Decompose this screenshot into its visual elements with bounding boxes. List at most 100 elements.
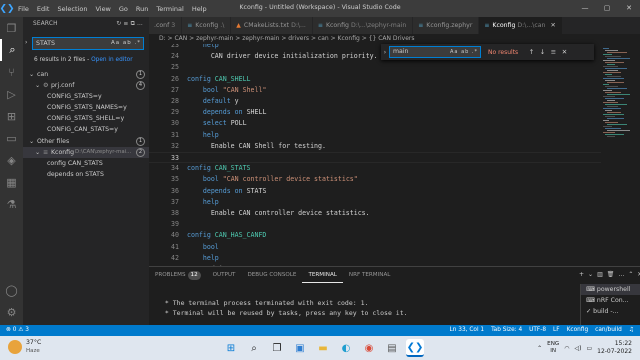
tab-kconfig-local[interactable]: ≡ Kconfig .\ <box>182 17 232 34</box>
tray-overflow-icon[interactable]: ⌃ <box>537 345 542 352</box>
minimap[interactable] <box>601 44 640 266</box>
maximize-panel-icon[interactable]: ⌃ <box>628 267 633 283</box>
edge-browser-icon[interactable]: ◐ <box>337 339 355 357</box>
search-input[interactable]: STATS Aa ab .* <box>32 37 144 50</box>
line-ending[interactable]: LF <box>553 325 560 336</box>
close-window-button[interactable]: ✕ <box>618 0 640 17</box>
feedback-icon[interactable]: ♫ <box>629 325 634 336</box>
tab-kconfig-zephyr-main[interactable]: ≡ Kconfig D:\...\zephyr-main <box>312 17 414 34</box>
taskbar-search-icon[interactable]: ⌕ <box>245 339 263 357</box>
code-line[interactable]: 29 depends on SHELL <box>149 107 601 118</box>
terminal-item-nrf[interactable]: ⌨ nRF Con... <box>581 295 640 306</box>
menu-run[interactable]: Run <box>132 5 152 13</box>
search-options[interactable]: Aa ab .* <box>111 38 141 49</box>
panel-tab-problems[interactable]: PROBLEMS 12 <box>149 267 207 283</box>
language-mode[interactable]: Kconfig <box>567 325 589 336</box>
terminal-item-powershell[interactable]: ⌨ powershell <box>581 284 640 295</box>
open-in-editor-link[interactable]: Open in editor <box>91 57 133 63</box>
tree-file-kconfig[interactable]: ⌄ ≡ Kconfig D:\CAN\zephyr-mai... 2 <box>23 147 149 158</box>
code-line[interactable]: 33 <box>149 152 601 164</box>
terminal-output[interactable]: * The terminal process terminated with e… <box>161 298 408 318</box>
search-match-item[interactable]: config CAN_STATS <box>23 158 149 169</box>
tab-prj-conf[interactable]: .conf 3 <box>149 17 183 34</box>
file-explorer-icon[interactable]: ▬ <box>314 339 332 357</box>
menu-view[interactable]: View <box>91 5 114 13</box>
menu-terminal[interactable]: Terminal <box>152 5 187 13</box>
build-context[interactable]: can/build <box>595 325 622 336</box>
code-line[interactable]: 30 select POLL <box>149 118 601 129</box>
menu-file[interactable]: File <box>14 5 33 13</box>
source-control-icon[interactable]: ⑂ <box>0 61 23 83</box>
code-line[interactable]: 31 help <box>149 130 601 141</box>
tree-folder-other-files[interactable]: ⌄ Other files 1 <box>23 136 149 147</box>
tab-cmakelists[interactable]: ▲ CMakeLists.txt D:\... <box>231 17 313 34</box>
problems-status[interactable]: ⊗ 0 ⚠ 3 <box>6 325 29 336</box>
device-icon[interactable]: ▦ <box>0 171 23 193</box>
testing-icon[interactable]: ⚗ <box>0 193 23 215</box>
clock[interactable]: 15:22 12-07-2022 <box>597 340 632 356</box>
search-match-item[interactable]: depends on STATS <box>23 169 149 180</box>
code-line[interactable]: 40 config CAN_HAS_CANFD <box>149 230 601 241</box>
toggle-replace-chevron-icon[interactable]: › <box>381 49 389 56</box>
panel-tab-terminal[interactable]: TERMINAL <box>302 267 343 283</box>
close-tab-icon[interactable]: ✕ <box>550 17 555 34</box>
split-terminal-icon[interactable]: ▥ <box>597 267 603 283</box>
code-line[interactable]: 38 Enable CAN controller device statisti… <box>149 208 601 219</box>
tab-kconfig-can[interactable]: ≡ Kconfig D:\...\can ✕ <box>479 17 563 34</box>
cursor-position[interactable]: Ln 33, Col 1 <box>450 325 485 336</box>
close-find-button[interactable]: ✕ <box>559 48 570 56</box>
menu-edit[interactable]: Edit <box>33 5 54 13</box>
code-line[interactable]: 26 config CAN_SHELL <box>149 74 601 85</box>
panel-tab-output[interactable]: OUTPUT <box>207 267 242 283</box>
tree-file-prj-conf[interactable]: ⌄ ⚙ prj.conf 4 <box>23 80 149 91</box>
nrf-connect-icon[interactable]: ◈ <box>0 149 23 171</box>
wifi-icon[interactable]: ◠ <box>564 345 569 352</box>
find-input[interactable]: main Aa ab .* <box>389 46 481 58</box>
minimize-button[interactable]: — <box>574 0 596 17</box>
weather-widget[interactable]: 37°C Haze <box>8 339 41 355</box>
find-options[interactable]: Aa ab .* <box>450 47 478 57</box>
code-line[interactable]: 27 bool "CAN Shell" <box>149 85 601 96</box>
code-line[interactable]: 34 config CAN_STATS <box>149 163 601 174</box>
kill-terminal-icon[interactable]: 🗑 <box>607 267 615 283</box>
menu-go[interactable]: Go <box>115 5 132 13</box>
code-line[interactable]: 42 help <box>149 253 601 264</box>
code-editor[interactable]: 23 help 24 CAN driver device initializati… <box>149 44 601 266</box>
new-terminal-button[interactable]: + <box>579 267 584 283</box>
windows-start-icon[interactable]: ⊞ <box>222 339 240 357</box>
previous-match-button[interactable]: ↑ <box>526 48 537 56</box>
tree-folder-can[interactable]: ⌄ can 1 <box>23 69 149 80</box>
menu-help[interactable]: Help <box>188 5 211 13</box>
code-line[interactable]: 39 <box>149 219 601 230</box>
code-line[interactable]: 28 default y <box>149 96 601 107</box>
tab-kconfig-zephyr[interactable]: ≡ Kconfig.zephyr <box>413 17 480 34</box>
task-view-icon[interactable]: ❐ <box>268 339 286 357</box>
extensions-icon[interactable]: ⊞ <box>0 105 23 127</box>
toggle-replace-icon[interactable]: › <box>25 39 27 46</box>
search-match-item[interactable]: CONFIG_STATS=y <box>23 91 149 102</box>
find-in-selection-button[interactable]: ≡ <box>548 48 559 56</box>
maximize-button[interactable]: ▢ <box>596 0 618 17</box>
terminal-dropdown-icon[interactable]: ⌄ <box>588 267 593 283</box>
search-match-item[interactable]: CONFIG_CAN_STATS=y <box>23 124 149 135</box>
volume-icon[interactable]: ◁) <box>574 345 581 352</box>
panel-tab-debug-console[interactable]: DEBUG CONSOLE <box>241 267 302 283</box>
next-match-button[interactable]: ↓ <box>537 48 548 56</box>
widgets-icon[interactable]: ▣ <box>291 339 309 357</box>
panel-tab-nrf-terminal[interactable]: NRF TERMINAL <box>343 267 397 283</box>
code-line[interactable]: 41 bool <box>149 242 601 253</box>
terminal-item-build[interactable]: ✓ build -... <box>581 306 640 317</box>
settings-gear-icon[interactable]: ⚙ <box>0 301 23 323</box>
more-actions-icon[interactable]: … <box>618 267 624 283</box>
language-indicator[interactable]: ENG IN <box>547 341 559 355</box>
microsoft-store-icon[interactable]: ▤ <box>383 339 401 357</box>
search-icon[interactable]: ⌕ <box>0 39 23 61</box>
vscode-taskbar-icon[interactable]: ❮❯ <box>406 339 424 357</box>
search-match-item[interactable]: CONFIG_STATS_NAMES=y <box>23 102 149 113</box>
run-debug-icon[interactable]: ▷ <box>0 83 23 105</box>
chrome-browser-icon[interactable]: ◉ <box>360 339 378 357</box>
breadcrumb[interactable]: D: > CAN > zephyr-main > zephyr-main > d… <box>149 34 640 44</box>
account-icon[interactable]: ◯ <box>0 279 23 301</box>
menu-selection[interactable]: Selection <box>53 5 91 13</box>
battery-icon[interactable]: ▭ <box>586 345 592 352</box>
